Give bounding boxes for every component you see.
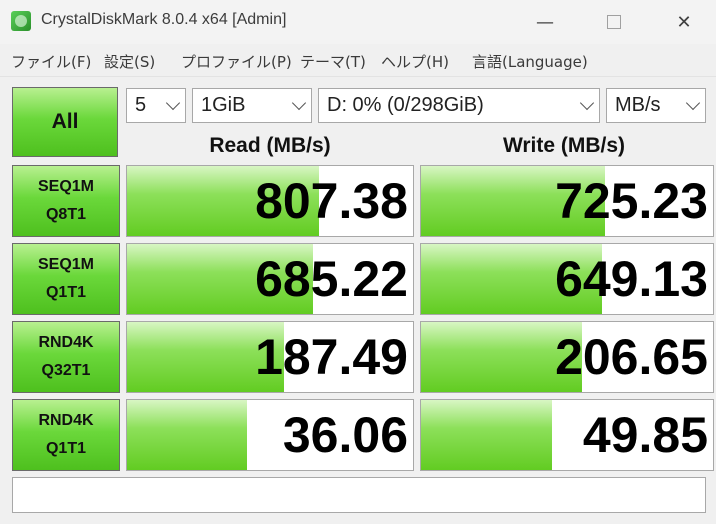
read-result-cell: 685.22 [126,243,414,315]
read-value: 807.38 [255,173,408,229]
write-result-cell: 725.23 [420,165,714,237]
write-value: 725.23 [555,173,708,229]
count-select[interactable]: 5 [126,88,186,123]
test-label-line1: RND4K [38,334,94,351]
read-progress-bar [127,400,248,470]
maximize-button[interactable] [591,6,637,38]
unit-value: MB/s [615,94,661,116]
test-button-seq1m-q8t1[interactable]: SEQ1M Q8T1 [12,165,120,237]
test-label-line2: Q1T1 [45,284,86,301]
read-value: 36.06 [282,407,408,463]
comment-field[interactable] [12,477,706,513]
write-result-cell: 206.65 [420,321,714,393]
minimize-button[interactable]: — [522,6,568,38]
drive-select[interactable]: D: 0% (0/298GiB) [318,88,600,123]
chevron-down-icon [165,95,181,111]
test-label-line1: SEQ1M [37,178,94,195]
test-button-rnd4k-q32t1[interactable]: RND4K Q32T1 [12,321,120,393]
chevron-down-icon [685,95,701,111]
read-result-cell: 807.38 [126,165,414,237]
title-bar: CrystalDiskMark 8.0.4 x64 [Admin] — ✕ [0,0,716,44]
write-progress-bar [421,400,553,470]
count-value: 5 [135,94,147,116]
write-value: 49.85 [582,407,708,463]
menu-profile[interactable]: プロファイル(P) [181,51,292,72]
write-value: 206.65 [555,329,708,385]
read-value: 685.22 [255,251,408,307]
all-button[interactable]: All [12,87,118,157]
test-label-line2: Q1T1 [45,440,86,457]
test-button-rnd4k-q1t1[interactable]: RND4K Q1T1 [12,399,120,471]
read-value: 187.49 [255,329,408,385]
drive-value: D: 0% (0/298GiB) [327,94,484,116]
window-title: CrystalDiskMark 8.0.4 x64 [Admin] [41,11,287,28]
test-button-seq1m-q1t1[interactable]: SEQ1M Q1T1 [12,243,120,315]
menu-file[interactable]: ファイル(F) [11,51,91,72]
chevron-down-icon [579,95,595,111]
write-result-cell: 649.13 [420,243,714,315]
unit-select[interactable]: MB/s [606,88,706,123]
close-button[interactable]: ✕ [661,6,707,38]
write-header: Write (MB/s) [502,134,626,157]
menu-language[interactable]: 言語(Language) [472,51,588,72]
read-result-cell: 187.49 [126,321,414,393]
menu-theme[interactable]: テーマ(T) [300,51,366,72]
size-value: 1GiB [201,94,246,116]
test-label-line1: RND4K [38,412,94,429]
app-icon [11,11,31,31]
size-select[interactable]: 1GiB [192,88,312,123]
write-result-cell: 49.85 [420,399,714,471]
test-label-line2: Q8T1 [45,206,86,223]
read-result-cell: 36.06 [126,399,414,471]
write-value: 649.13 [555,251,708,307]
test-label-line1: SEQ1M [37,256,94,273]
menu-help[interactable]: ヘルプ(H) [381,51,449,72]
menu-bar: ファイル(F) 設定(S) プロファイル(P) テーマ(T) ヘルプ(H) 言語… [0,44,716,77]
test-label-line2: Q32T1 [41,362,91,379]
read-header: Read (MB/s) [209,134,331,157]
chevron-down-icon [291,95,307,111]
menu-settings[interactable]: 設定(S) [104,51,155,72]
